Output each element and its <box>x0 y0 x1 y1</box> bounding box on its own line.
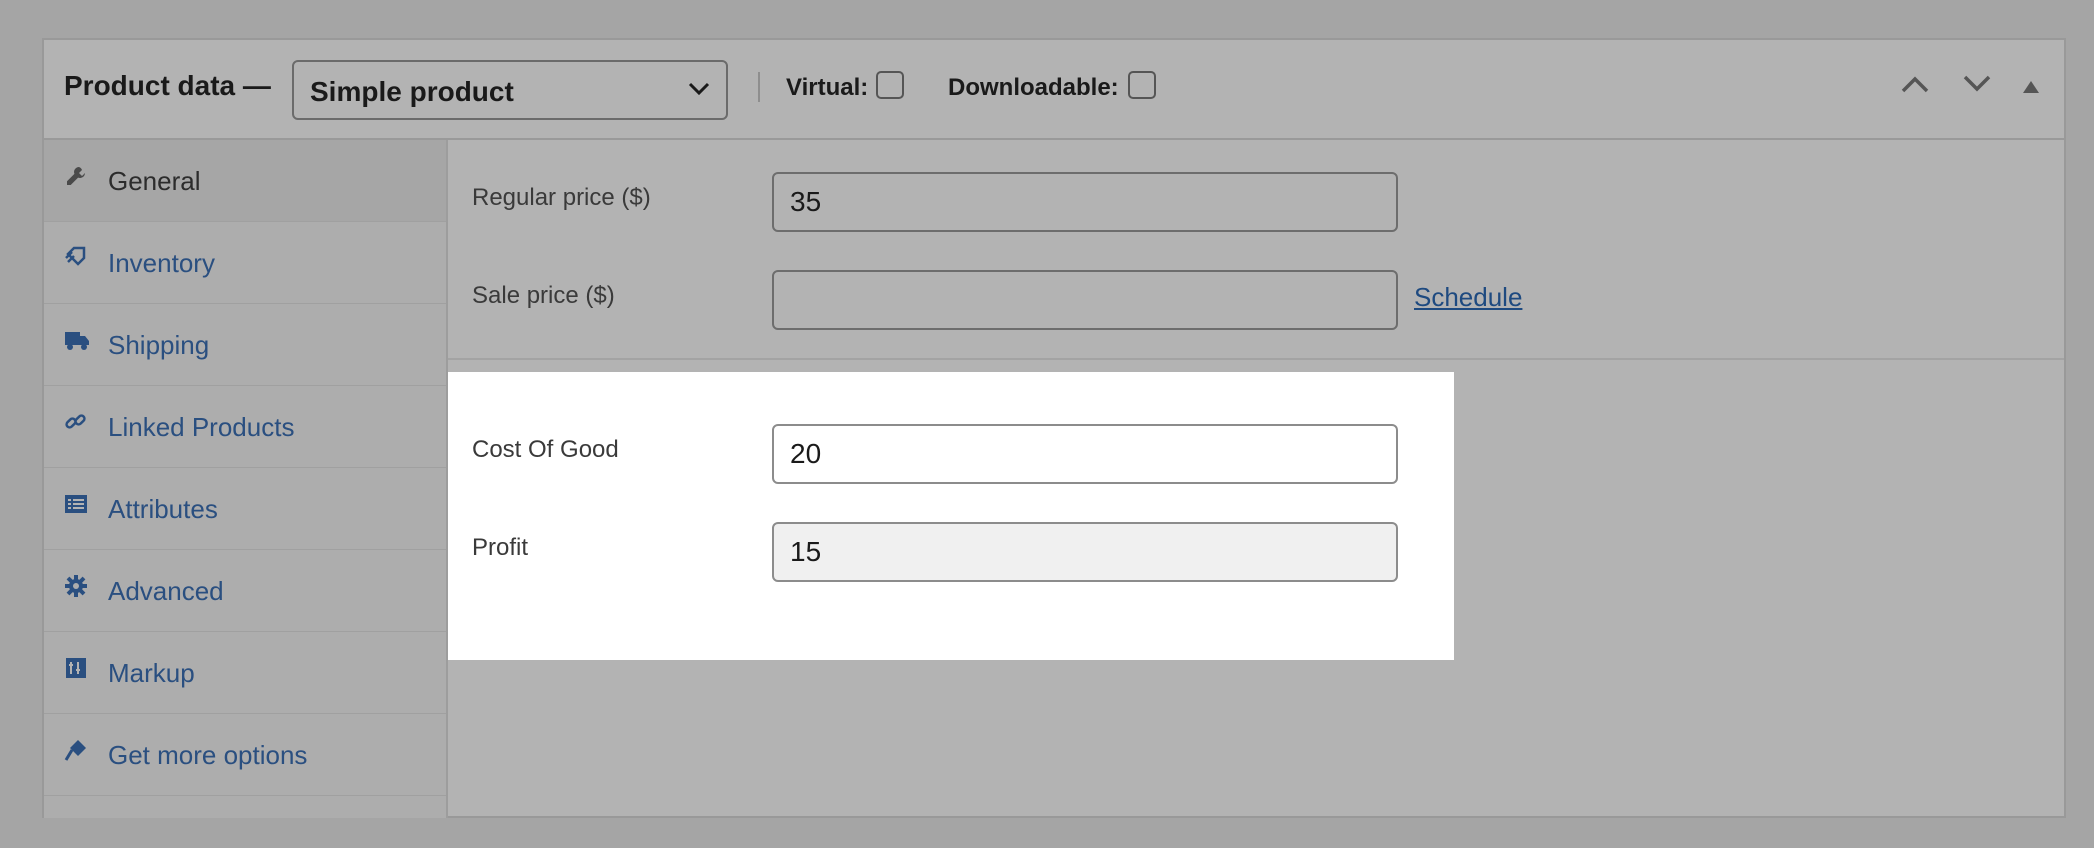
gear-icon <box>64 574 88 598</box>
truck-icon <box>64 328 89 352</box>
tab-markup[interactable]: Markup <box>44 632 446 714</box>
product-type-value: Simple product <box>310 76 514 107</box>
tab-shipping[interactable]: Shipping <box>44 304 446 386</box>
cost-profit-section: Cost Of Good 20 Profit 15 <box>448 372 1454 660</box>
tag-icon <box>64 246 88 270</box>
sale-price-label: Sale price ($) <box>472 282 615 309</box>
panel-header: Product data — Simple product Virtual: D… <box>44 40 2064 140</box>
regular-price-input[interactable]: 35 <box>772 172 1398 232</box>
move-up-button[interactable] <box>1900 74 1930 99</box>
sale-price-input[interactable] <box>772 270 1398 330</box>
virtual-label: Virtual: <box>786 74 869 101</box>
tab-linked-products[interactable]: Linked Products <box>44 386 446 468</box>
tab-advanced[interactable]: Advanced <box>44 550 446 632</box>
link-icon <box>64 410 88 434</box>
cost-of-good-label: Cost Of Good <box>472 436 619 463</box>
plug-icon <box>64 738 88 762</box>
toggle-panel-button[interactable] <box>2022 80 2040 99</box>
panel-title: Product data — <box>64 70 271 101</box>
tab-label: Markup <box>108 658 195 688</box>
tab-label: Shipping <box>108 330 210 360</box>
schedule-link[interactable]: Schedule <box>1414 282 1522 313</box>
tab-get-more-options[interactable]: Get more options <box>44 714 446 796</box>
regular-price-label: Regular price ($) <box>472 184 651 211</box>
tab-inventory[interactable]: Inventory <box>44 222 446 304</box>
tab-general[interactable]: General <box>44 140 446 222</box>
tab-label: Linked Products <box>108 412 295 442</box>
tab-label: Get more options <box>108 740 308 770</box>
markup-icon <box>64 656 88 680</box>
product-type-select[interactable]: Simple product <box>292 60 728 120</box>
profit-label: Profit <box>472 534 529 561</box>
section-divider <box>448 358 2064 360</box>
tab-label: Inventory <box>108 248 215 278</box>
tab-attributes[interactable]: Attributes <box>44 468 446 550</box>
tab-label: General <box>108 166 201 196</box>
product-data-tabs: General Inventory Shipping Linked Produc… <box>44 140 448 818</box>
wrench-icon <box>64 164 88 188</box>
header-divider <box>758 72 760 102</box>
cost-of-good-input[interactable]: 20 <box>772 424 1398 484</box>
downloadable-checkbox[interactable] <box>1128 71 1156 99</box>
virtual-checkbox[interactable] <box>876 71 904 99</box>
move-down-button[interactable] <box>1962 74 1992 99</box>
tab-label: Advanced <box>108 576 224 606</box>
profit-input: 15 <box>772 522 1398 582</box>
chevron-down-icon <box>688 82 710 101</box>
downloadable-label: Downloadable: <box>948 74 1119 101</box>
list-icon <box>64 492 88 516</box>
tab-label: Attributes <box>108 494 218 524</box>
product-data-panel: Product data — Simple product Virtual: D… <box>42 38 2066 818</box>
